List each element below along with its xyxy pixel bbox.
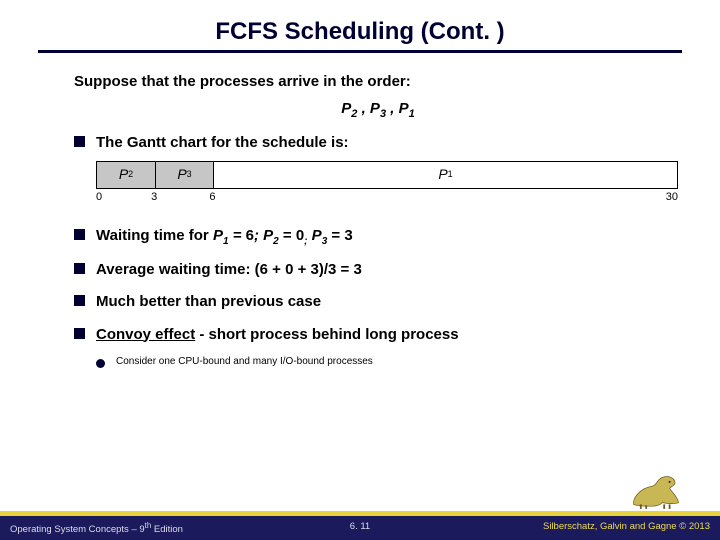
gantt-bar: P2 P3 P1 (96, 161, 678, 189)
bullet-average: Average waiting time: (6 + 0 + 3)/3 = 3 (74, 259, 682, 282)
sub-bullet-cpu-io: Consider one CPU-bound and many I/O-boun… (96, 354, 682, 369)
tick-30: 30 (666, 189, 678, 206)
bullet-gantt-intro: The Gantt chart for the schedule is: P2 … (74, 132, 682, 203)
bullet-better: Much better than previous case (74, 291, 682, 314)
footer-bar: Operating System Concepts – 9th Edition … (0, 516, 720, 540)
bullet-text: Convoy effect - short process behind lon… (96, 326, 459, 343)
process-order: P2 , P3 , P1 (74, 98, 682, 123)
gantt-seg-p1: P1 (213, 162, 677, 188)
slide: FCFS Scheduling (Cont. ) Suppose that th… (0, 0, 720, 540)
title-rule (38, 50, 682, 53)
tick-3: 3 (151, 189, 157, 206)
gantt-seg-p2: P2 (97, 162, 155, 188)
footer-left: Operating System Concepts – 9th Edition (10, 521, 183, 535)
slide-title: FCFS Scheduling (Cont. ) (38, 18, 682, 46)
footer-right: Silberschatz, Galvin and Gagne © 2013 (543, 521, 710, 532)
gantt-chart: P2 P3 P1 0 3 6 30 (96, 161, 678, 203)
sub-bullet-list: Consider one CPU-bound and many I/O-boun… (96, 354, 682, 369)
suppose-line: Suppose that the processes arrive in the… (74, 71, 682, 94)
gantt-seg-p3: P3 (155, 162, 213, 188)
gantt-ticks: 0 3 6 30 (96, 189, 678, 203)
bullet-text: The Gantt chart for the schedule is: (96, 134, 349, 151)
footer-center: 6. 11 (350, 521, 370, 532)
bullet-convoy: Convoy effect - short process behind lon… (74, 324, 682, 370)
slide-content: Suppose that the processes arrive in the… (38, 71, 682, 369)
footer: Operating System Concepts – 9th Edition … (0, 511, 720, 540)
bullet-waiting-time: Waiting time for P1 = 6; P2 = 0; P3 = 3 (74, 225, 682, 249)
bullet-list: The Gantt chart for the schedule is: P2 … (74, 132, 682, 369)
tick-0: 0 (96, 189, 102, 206)
tick-6: 6 (209, 189, 215, 206)
dinosaur-logo (630, 470, 684, 510)
